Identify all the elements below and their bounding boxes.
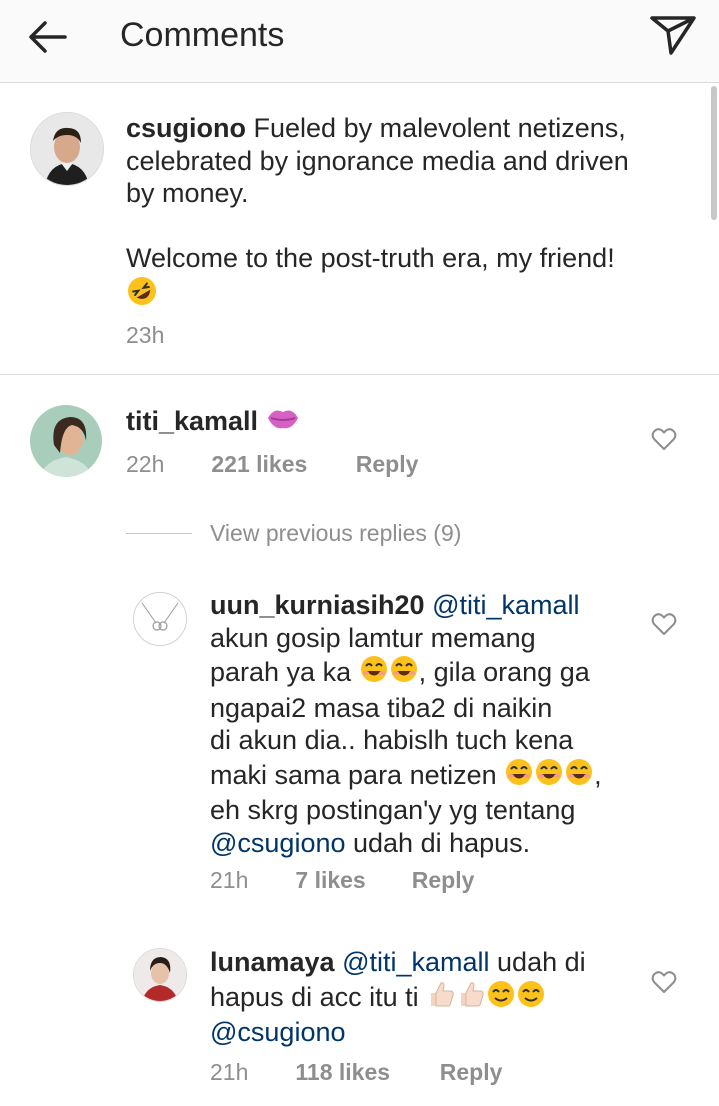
caption-line3: by money. [126,178,249,208]
reply-mention[interactable]: @csugiono [210,1017,346,1047]
caption-section: csugiono Fueled by malevolent netizens, … [0,83,719,375]
avatar[interactable] [30,405,102,477]
page-title: Comments [120,16,285,54]
header-bar: Comments [0,0,719,83]
caption-text: csugiono Fueled by malevolent netizens, … [126,112,686,314]
reply-reply-button[interactable]: Reply [440,1058,503,1086]
view-previous-replies[interactable]: View previous replies (9) [126,518,461,548]
reply-meta: 21h 118 likes Reply [210,1058,502,1086]
share-button[interactable] [645,10,701,60]
view-previous-label: View previous replies (9) [210,519,462,546]
reply-line: , [594,759,602,790]
heart-icon [651,428,677,450]
arrow-left-icon [29,21,67,53]
reply-time: 21h [210,1059,249,1085]
reply-username[interactable]: uun_kurniasih20 [210,590,425,620]
reply-likes[interactable]: 7 likes [295,866,405,894]
comment-username[interactable]: titi_kamall [126,406,258,436]
reply-mention[interactable]: @titi_kamall [432,590,579,620]
comment-likes[interactable]: 221 likes [211,450,349,478]
smiling-emoji [359,654,389,692]
reply-line: akun gosip lamtur memang [210,622,536,653]
caption-line2: celebrated by ignorance media and driven [126,145,629,176]
reply-mention[interactable]: @csugiono [210,828,346,858]
heart-icon [651,613,677,635]
reply-reply-button[interactable]: Reply [412,866,475,894]
smiling-emoji [516,979,546,1017]
reply-line: , gila orang ga [418,657,590,687]
divider [126,532,192,534]
reply-line: di akun dia.. habislh tuch kena [210,725,574,755]
smiling-emoji [389,654,419,692]
caption-time: 23h [126,322,165,348]
heart-icon [651,971,677,993]
comment-time: 22h [126,451,165,477]
reply-text: lunamaya @titi_kamall udah di hapus di a… [210,946,640,1049]
like-button[interactable] [648,423,680,455]
caption-line1: Fueled by malevolent netizens, [253,113,626,143]
like-button[interactable] [648,966,680,998]
reply-text: uun_kurniasih20 @titi_kamall akun gosip … [210,589,640,859]
reply-time: 21h [210,867,249,893]
reply-line: hapus di acc itu ti [210,981,427,1012]
thumbs-up-emoji [456,979,486,1017]
reply-username[interactable]: lunamaya [210,947,335,977]
avatar[interactable] [133,592,187,646]
smiling-emoji [564,757,594,795]
reply-line: maki sama para netizen [210,759,497,790]
paper-plane-icon [650,16,696,55]
smiling-emoji [504,757,534,795]
thumbs-up-emoji [426,979,456,1017]
smiling-emoji [534,757,564,795]
reply-mention[interactable]: @titi_kamall [342,947,489,977]
comment-reply-button[interactable]: Reply [356,450,419,478]
avatar[interactable] [133,948,187,1002]
reply-line: parah ya ka [210,657,352,687]
caption-meta: 23h [126,321,164,349]
reply-line: udah di hapus. [345,827,531,858]
rolling-laughing-emoji [126,275,158,315]
kiss-mark-emoji [266,403,300,441]
comment-meta: 22h 221 likes Reply [126,450,418,478]
caption-username[interactable]: csugiono [126,113,246,143]
comment-text: titi_kamall [126,403,300,441]
caption-line4: Welcome to the post-truth era, my friend… [126,243,615,273]
reply-line: udah di [489,947,586,977]
like-button[interactable] [648,608,680,640]
back-button[interactable] [22,12,72,62]
reply-meta: 21h 7 likes Reply [210,866,474,894]
reply-line: eh skrg postingan'y yg tentang [210,795,576,825]
smiling-emoji [486,979,516,1017]
reply-line: ngapai2 masa tiba2 di naikin [210,692,553,723]
avatar[interactable] [30,112,104,186]
reply-likes[interactable]: 118 likes [295,1058,433,1086]
